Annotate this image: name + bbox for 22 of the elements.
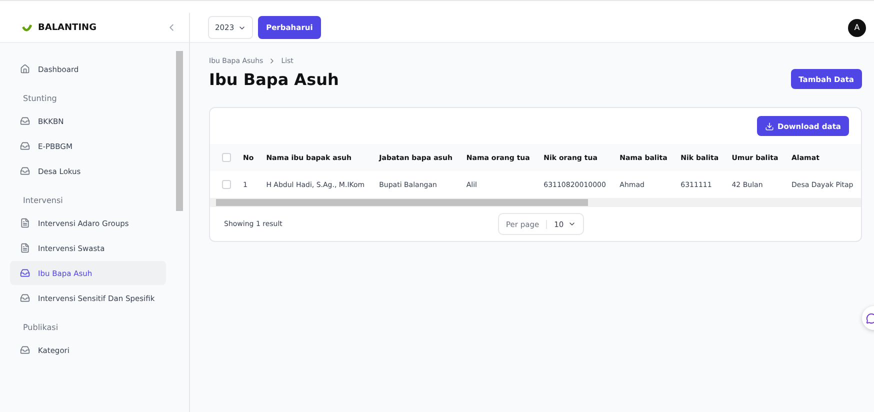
row-checkbox[interactable] [222, 180, 231, 189]
chevron-down-icon [568, 220, 576, 228]
download-icon [764, 122, 774, 130]
tray-icon [20, 293, 30, 303]
document-icon [20, 218, 30, 228]
tray-icon [20, 345, 30, 355]
section-label: Publikasi [22, 322, 60, 334]
section-label: Stunting [22, 93, 58, 105]
page-title: Ibu Bapa Asuh [209, 70, 339, 88]
avatar[interactable]: A [848, 18, 866, 36]
brand-name: BALANTING [38, 22, 98, 32]
document-icon [20, 243, 30, 253]
horizontal-scrollbar[interactable] [210, 198, 861, 207]
tray-icon [20, 116, 30, 126]
section-label: Intervensi [22, 195, 64, 207]
tray-icon [20, 166, 30, 176]
select-all-checkbox[interactable] [222, 153, 231, 162]
tray-icon [20, 141, 30, 151]
logo-icon [22, 24, 32, 32]
chat-icon [866, 312, 874, 324]
home-icon [20, 64, 30, 74]
tray-icon [20, 268, 30, 278]
